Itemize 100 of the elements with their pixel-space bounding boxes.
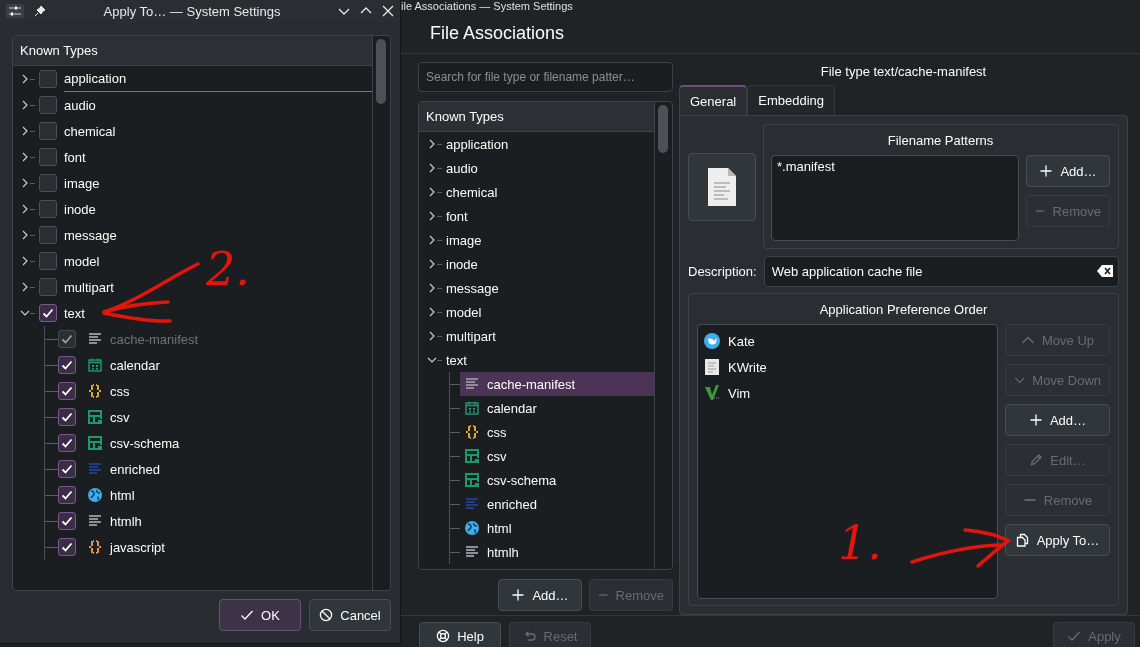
checkbox[interactable] <box>39 174 57 192</box>
checkbox[interactable] <box>58 382 76 400</box>
checkbox[interactable] <box>58 538 76 556</box>
tree-item[interactable]: font <box>446 204 468 228</box>
add-button[interactable]: Add… <box>1005 404 1110 436</box>
tree-item[interactable]: enriched <box>460 492 537 516</box>
search-field[interactable]: Search for file type or filename patter… <box>418 62 673 92</box>
tree-item[interactable]: enriched <box>83 456 160 482</box>
add-button[interactable]: Add… <box>498 579 582 611</box>
clear-icon[interactable] <box>1097 265 1113 277</box>
checkbox[interactable] <box>39 200 57 218</box>
tree-item[interactable]: inode <box>64 196 96 222</box>
checkbox[interactable] <box>39 96 57 114</box>
checkbox[interactable] <box>39 148 57 166</box>
chevron-right-icon[interactable] <box>427 163 437 173</box>
tree-item[interactable]: calendar <box>83 352 160 378</box>
tree-item[interactable]: image <box>446 228 482 252</box>
tree-item[interactable]: csv <box>83 404 130 430</box>
app-list-item[interactable]: Kate <box>703 328 992 354</box>
tree-item[interactable]: css <box>83 378 130 404</box>
chevron-down-icon[interactable] <box>427 355 437 365</box>
tree-item[interactable]: css <box>460 420 507 444</box>
tree-item[interactable]: html <box>460 516 512 540</box>
tree-item[interactable]: image <box>64 170 100 196</box>
add-button[interactable]: Add… <box>1026 155 1110 187</box>
chevron-right-icon[interactable] <box>427 259 437 269</box>
list-item[interactable]: *.manifest <box>777 159 1013 174</box>
tree-item[interactable]: html <box>83 482 135 508</box>
tree-item[interactable]: text <box>446 348 467 372</box>
chevron-right-icon[interactable] <box>20 126 30 136</box>
tree-item[interactable]: application <box>64 66 372 92</box>
check-icon <box>61 411 73 423</box>
section-title: File type text/cache-manifest <box>819 63 988 81</box>
scrollbar-thumb[interactable] <box>658 105 668 153</box>
tree-item[interactable]: multipart <box>64 274 114 300</box>
chevron-right-icon[interactable] <box>427 307 437 317</box>
tree-item[interactable]: audio <box>446 156 478 180</box>
app-list-item[interactable]: Vim <box>703 380 992 406</box>
chevron-right-icon[interactable] <box>427 187 437 197</box>
tree-item[interactable]: model <box>446 300 482 324</box>
chevron-right-icon[interactable] <box>20 178 30 188</box>
description-field[interactable]: Web application cache file <box>763 256 1119 287</box>
apply-to-button[interactable]: Apply To… <box>1005 524 1110 556</box>
app-list-item[interactable]: KWrite <box>703 354 992 380</box>
checkbox[interactable] <box>58 460 76 478</box>
chevron-right-icon[interactable] <box>427 211 437 221</box>
tree-item[interactable]: csv-schema <box>460 468 557 492</box>
checkbox[interactable] <box>58 434 76 452</box>
checkbox[interactable] <box>39 278 57 296</box>
tree-item[interactable]: csv-schema <box>83 430 180 456</box>
checkbox[interactable] <box>39 70 57 88</box>
field-label: Description: <box>688 264 757 279</box>
tree-item[interactable]: chemical <box>446 180 498 204</box>
tree-item[interactable]: htmlh <box>83 508 142 534</box>
checkbox[interactable] <box>58 512 76 530</box>
tab[interactable]: General <box>679 85 748 115</box>
tree-item[interactable]: javascript <box>83 534 165 560</box>
tree-item[interactable]: font <box>64 144 86 170</box>
chevron-right-icon[interactable] <box>20 282 30 292</box>
tree-item[interactable]: message <box>446 276 499 300</box>
tree-item[interactable]: inode <box>446 252 478 276</box>
chevron-right-icon[interactable] <box>427 331 437 341</box>
chevron-right-icon[interactable] <box>20 204 30 214</box>
tree-item[interactable]: multipart <box>446 324 496 348</box>
pin-icon[interactable] <box>34 5 46 17</box>
file-icon-button[interactable] <box>688 152 756 221</box>
chevron-right-icon[interactable] <box>20 100 30 110</box>
tree-item[interactable]: model <box>64 248 100 274</box>
checkbox[interactable] <box>58 408 76 426</box>
tree-item[interactable]: application <box>446 132 509 156</box>
checkbox[interactable] <box>58 486 76 504</box>
tree-item[interactable]: cache-manifest <box>460 372 654 396</box>
tab[interactable]: Embedding <box>747 85 836 115</box>
tree-item[interactable]: calendar <box>460 396 537 420</box>
checkbox[interactable] <box>39 304 57 322</box>
checkbox[interactable] <box>39 122 57 140</box>
plus-icon <box>1028 413 1043 427</box>
tree-item[interactable]: csv <box>460 444 507 468</box>
checkbox[interactable] <box>58 356 76 374</box>
annotation-number: 2. <box>206 246 250 292</box>
close-icon[interactable] <box>382 5 394 17</box>
help-button[interactable]: Help <box>419 622 501 647</box>
cancel-button[interactable]: Cancel <box>309 599 391 631</box>
checkbox[interactable] <box>39 226 57 244</box>
chevron-right-icon[interactable] <box>427 283 437 293</box>
scrollbar-thumb[interactable] <box>376 39 386 104</box>
chevron-right-icon[interactable] <box>427 235 437 245</box>
tree-item[interactable]: message <box>64 222 117 248</box>
chevron-right-icon[interactable] <box>20 152 30 162</box>
tree-item[interactable]: chemical <box>64 118 116 144</box>
chevron-right-icon[interactable] <box>427 139 437 149</box>
chevron-right-icon[interactable] <box>20 74 30 84</box>
chevron-down-icon[interactable] <box>20 308 30 318</box>
chevron-right-icon[interactable] <box>20 256 30 266</box>
tree-item[interactable]: htmlh <box>460 540 519 564</box>
checkbox[interactable] <box>39 252 57 270</box>
tree-item[interactable]: audio <box>64 92 96 118</box>
chevron-right-icon[interactable] <box>20 230 30 240</box>
ok-button[interactable]: OK <box>219 599 301 631</box>
tree-item[interactable]: text <box>64 300 85 326</box>
